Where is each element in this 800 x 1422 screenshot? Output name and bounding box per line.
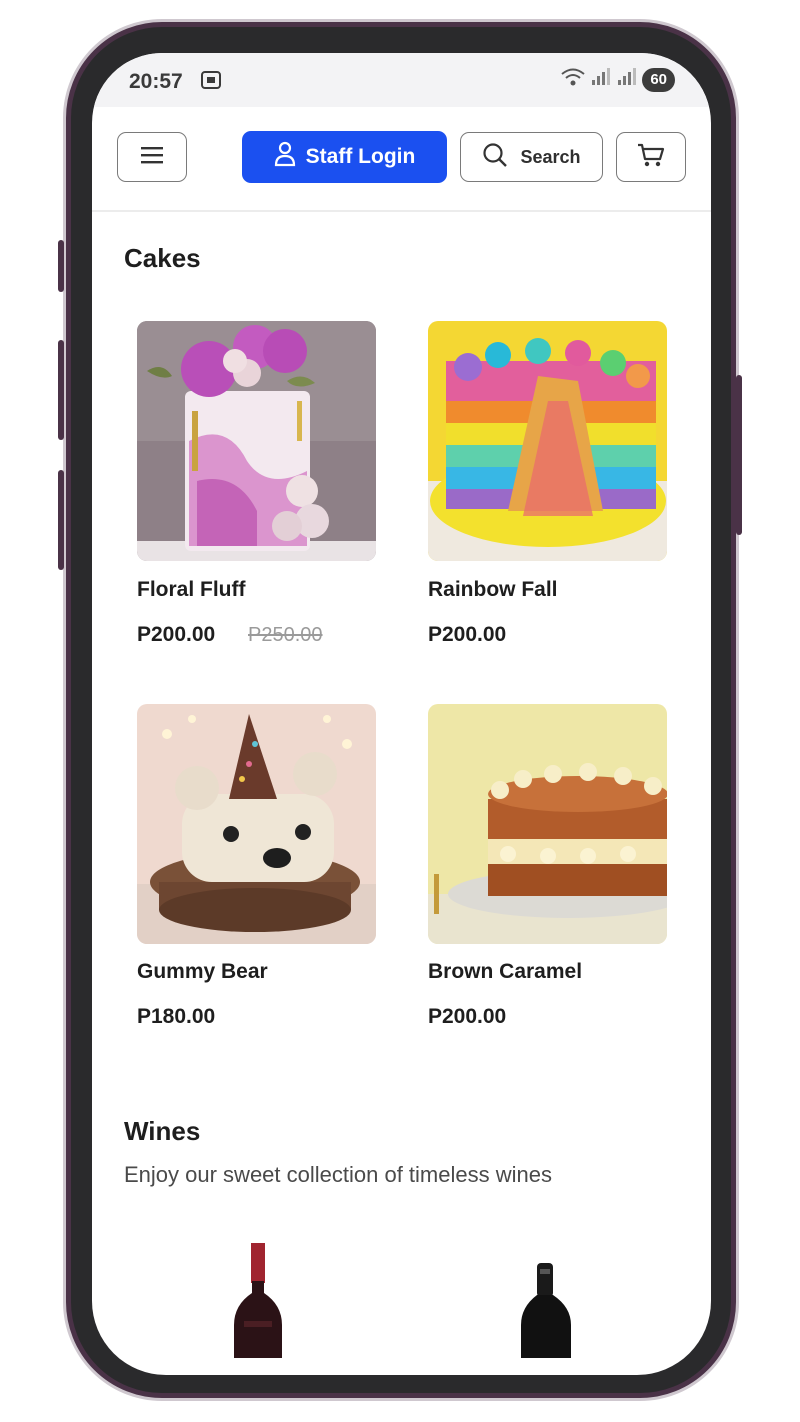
search-label: Search xyxy=(520,146,581,167)
product-image-brown-caramel[interactable] xyxy=(428,704,667,944)
product-name[interactable]: Rainbow Fall xyxy=(428,578,558,602)
top-nav: Staff Login Search xyxy=(92,107,711,212)
product-image-gummy-bear[interactable] xyxy=(137,704,376,944)
product-price: P200.00 xyxy=(428,1005,507,1028)
side-button xyxy=(58,470,64,570)
status-time: 20:57 xyxy=(129,70,183,93)
status-bar: 20:57 60 xyxy=(92,53,711,107)
product-price: P200.00 xyxy=(137,623,216,646)
product-price: P180.00 xyxy=(137,1005,216,1028)
product-image-wine-red[interactable] xyxy=(230,1243,286,1363)
menu-button[interactable] xyxy=(117,132,187,182)
staff-login-label: Staff Login xyxy=(305,145,416,168)
signal-icon xyxy=(590,67,612,92)
product-name[interactable]: Gummy Bear xyxy=(137,960,268,984)
search-icon xyxy=(482,142,508,173)
product-image-floral-fluff[interactable] xyxy=(137,321,376,561)
product-name[interactable]: Floral Fluff xyxy=(137,578,246,602)
screenshot-icon xyxy=(200,69,222,96)
menu-icon xyxy=(140,145,164,170)
product-old-price: P250.00 xyxy=(248,624,323,646)
wines-section-title: Wines xyxy=(124,1116,201,1146)
cakes-section-title: Cakes xyxy=(124,243,201,273)
side-button xyxy=(58,240,64,292)
product-price: P200.00 xyxy=(428,623,507,646)
battery-indicator: 60 xyxy=(642,67,675,92)
side-button xyxy=(58,340,64,440)
wines-section-subtitle: Enjoy our sweet collection of timeless w… xyxy=(124,1162,552,1187)
status-icons: 60 xyxy=(560,67,675,92)
wifi-icon xyxy=(560,67,586,92)
screen: 20:57 60 Staff Login Search Cakes Floral… xyxy=(92,53,711,1375)
signal-icon xyxy=(616,67,638,92)
cart-icon xyxy=(637,142,665,173)
side-button xyxy=(736,375,742,535)
cart-button[interactable] xyxy=(616,132,686,182)
search-button[interactable]: Search xyxy=(460,132,603,182)
user-icon xyxy=(274,141,296,173)
staff-login-button[interactable]: Staff Login xyxy=(242,131,447,183)
product-image-wine-black[interactable] xyxy=(517,1263,575,1363)
product-image-rainbow-fall[interactable] xyxy=(428,321,667,561)
product-name[interactable]: Brown Caramel xyxy=(428,960,582,984)
